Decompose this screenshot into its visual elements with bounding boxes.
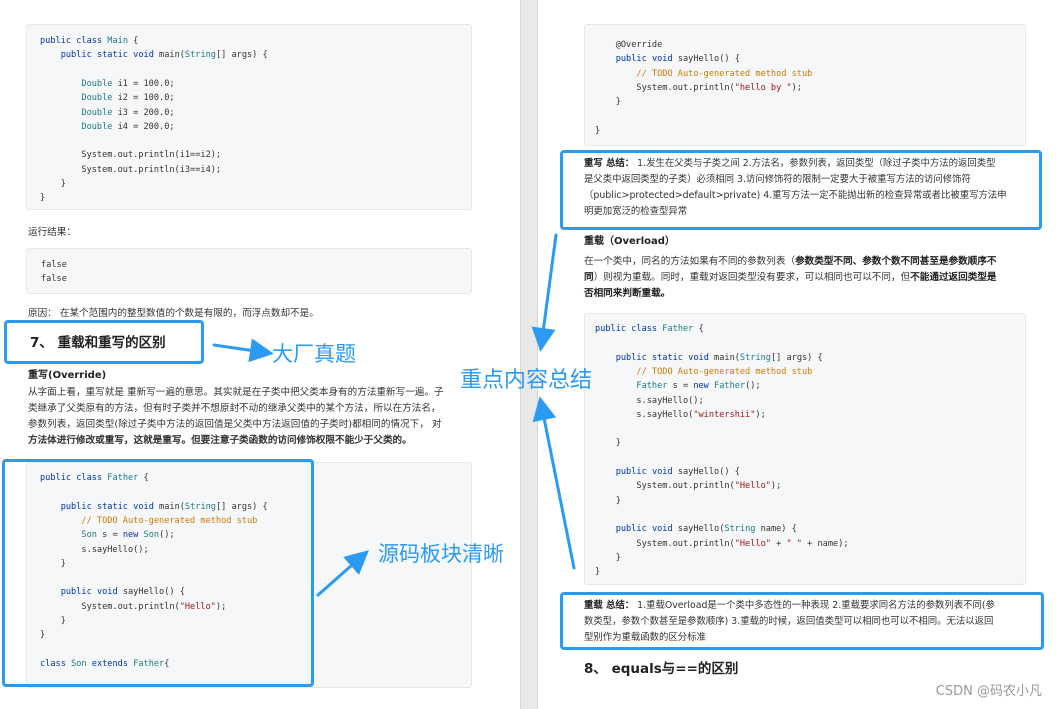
annotation-summary: 重点内容总结 — [460, 368, 593, 393]
annotation-clear-code: 源码板块清晰 — [378, 542, 504, 566]
annotation-arrows — [212, 233, 576, 597]
arrow-summary-down — [532, 396, 576, 570]
arrow-clear-code — [316, 550, 370, 597]
annotation-interview: 大厂真题 — [272, 342, 356, 366]
arrow-summary-up — [531, 233, 558, 352]
watermark: CSDN @码农小凡 — [935, 684, 1042, 699]
arrow-interview — [212, 338, 274, 363]
